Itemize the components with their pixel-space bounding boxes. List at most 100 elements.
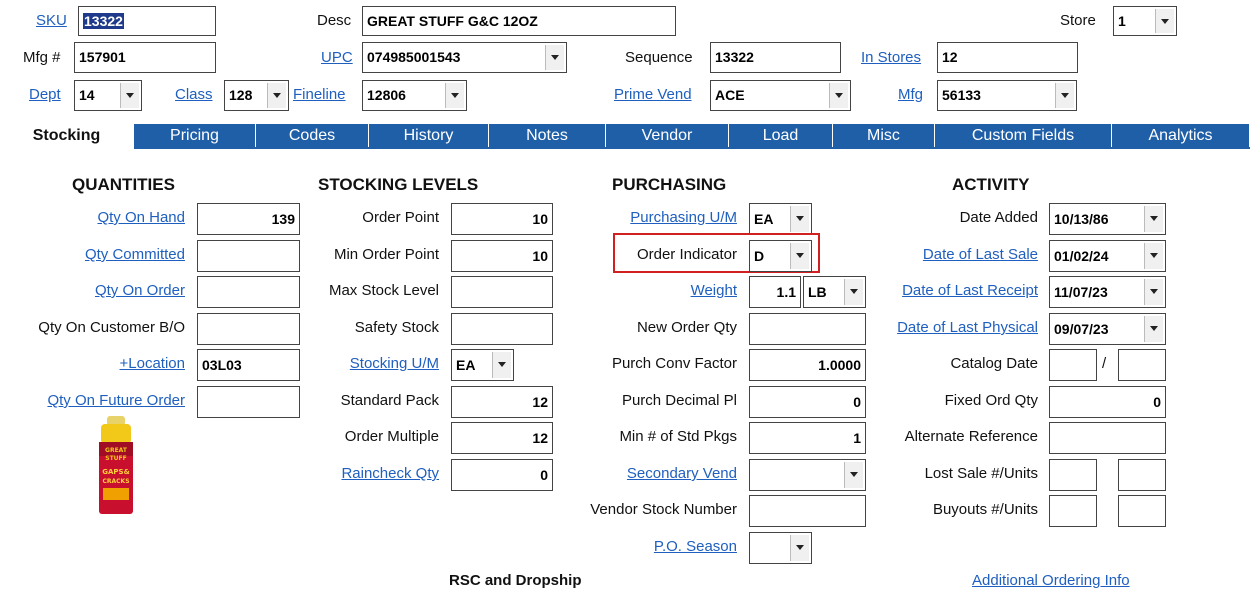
prime-vend-select[interactable]: ACE	[710, 80, 851, 111]
sku-field[interactable]: 13322	[78, 6, 216, 36]
purchasing-um-link[interactable]: Purchasing U/M	[630, 207, 737, 229]
tab-load[interactable]: Load	[729, 124, 833, 148]
fixed-ord-qty-field[interactable]: 0	[1049, 386, 1166, 418]
chevron-down-icon[interactable]	[1144, 206, 1163, 232]
dept-select[interactable]: 14	[74, 80, 142, 111]
qty-on-order-field[interactable]	[197, 276, 300, 308]
max-stock-level-field[interactable]	[451, 276, 553, 308]
chevron-down-icon[interactable]	[445, 83, 464, 108]
in-stores-link[interactable]: In Stores	[861, 47, 921, 69]
date-last-physical-link[interactable]: Date of Last Physical	[897, 317, 1038, 339]
tab-history[interactable]: History	[369, 124, 489, 148]
order-indicator-select[interactable]: D	[749, 240, 812, 272]
sequence-field[interactable]: 13322	[710, 42, 841, 73]
upc-link[interactable]: UPC	[321, 47, 353, 69]
mfg-number-field[interactable]: 157901	[74, 42, 216, 73]
new-order-qty-field[interactable]	[749, 313, 866, 345]
purchasing-um-select[interactable]: EA	[749, 203, 812, 235]
chevron-down-icon[interactable]	[844, 279, 863, 305]
chevron-down-icon[interactable]	[1144, 279, 1163, 305]
buyouts-number-field[interactable]	[1049, 495, 1097, 527]
additional-ordering-info-link[interactable]: Additional Ordering Info	[972, 570, 1130, 592]
store-select[interactable]: 1	[1113, 6, 1177, 36]
class-link[interactable]: Class	[175, 84, 213, 106]
chevron-down-icon[interactable]	[790, 206, 809, 232]
chevron-down-icon[interactable]	[790, 535, 809, 561]
raincheck-qty-field[interactable]: 0	[451, 459, 553, 491]
chevron-down-icon[interactable]	[267, 83, 286, 108]
secondary-vend-link[interactable]: Secondary Vend	[627, 463, 737, 485]
stocking-um-select[interactable]: EA	[451, 349, 514, 381]
catalog-date-month-field[interactable]	[1049, 349, 1097, 381]
location-field[interactable]: 03L03	[197, 349, 300, 381]
chevron-down-icon[interactable]	[545, 45, 564, 70]
date-last-receipt-link[interactable]: Date of Last Receipt	[902, 280, 1038, 302]
mfg-select[interactable]: 56133	[937, 80, 1077, 111]
in-stores-field[interactable]: 12	[937, 42, 1078, 73]
order-multiple-field[interactable]: 12	[451, 422, 553, 454]
purch-decimal-pl-field[interactable]: 0	[749, 386, 866, 418]
weight-link[interactable]: Weight	[691, 280, 737, 302]
chevron-down-icon[interactable]	[829, 83, 848, 108]
po-season-select[interactable]	[749, 532, 812, 564]
tab-codes[interactable]: Codes	[256, 124, 369, 148]
chevron-down-icon[interactable]	[1055, 83, 1074, 108]
date-added-select[interactable]: 10/13/86	[1049, 203, 1166, 235]
desc-field[interactable]: GREAT STUFF G&C 12OZ	[362, 6, 676, 36]
buyouts-units-field[interactable]	[1118, 495, 1166, 527]
tab-vendor[interactable]: Vendor	[606, 124, 729, 148]
qty-committed-link[interactable]: Qty Committed	[85, 244, 185, 266]
tab-pricing[interactable]: Pricing	[134, 124, 256, 148]
tab-misc[interactable]: Misc	[833, 124, 935, 148]
chevron-down-icon[interactable]	[1155, 9, 1174, 33]
po-season-link[interactable]: P.O. Season	[654, 536, 737, 558]
buyouts-label: Buyouts #/Units	[932, 501, 1038, 518]
tab-stocking[interactable]: Stocking	[0, 124, 134, 148]
lost-sale-number-field[interactable]	[1049, 459, 1097, 491]
standard-pack-field[interactable]: 12	[451, 386, 553, 418]
dept-link[interactable]: Dept	[29, 84, 61, 106]
tab-notes[interactable]: Notes	[489, 124, 606, 148]
chevron-down-icon[interactable]	[1144, 316, 1163, 342]
alternate-reference-field[interactable]	[1049, 422, 1166, 454]
vendor-stock-number-field[interactable]	[749, 495, 866, 527]
date-last-sale-select[interactable]: 01/02/24	[1049, 240, 1166, 272]
qty-customer-bo-field[interactable]	[197, 313, 300, 345]
weight-unit-select[interactable]: LB	[803, 276, 866, 308]
chevron-down-icon[interactable]	[844, 462, 863, 488]
date-last-physical-select[interactable]: 09/07/23	[1049, 313, 1166, 345]
fineline-link[interactable]: Fineline	[293, 84, 346, 106]
tab-custom-fields[interactable]: Custom Fields	[935, 124, 1112, 148]
min-std-pkgs-field[interactable]: 1	[749, 422, 866, 454]
date-last-sale-link[interactable]: Date of Last Sale	[923, 244, 1038, 266]
fineline-select[interactable]: 12806	[362, 80, 467, 111]
date-last-receipt-select[interactable]: 11/07/23	[1049, 276, 1166, 308]
qty-committed-field[interactable]	[197, 240, 300, 272]
qty-on-hand-link[interactable]: Qty On Hand	[97, 207, 185, 229]
qty-on-order-link[interactable]: Qty On Order	[95, 280, 185, 302]
prime-vend-link[interactable]: Prime Vend	[614, 84, 692, 106]
sku-link[interactable]: SKU	[36, 10, 67, 32]
lost-sale-units-field[interactable]	[1118, 459, 1166, 491]
raincheck-qty-link[interactable]: Raincheck Qty	[341, 463, 439, 485]
chevron-down-icon[interactable]	[1144, 243, 1163, 269]
location-link[interactable]: +Location	[120, 353, 185, 375]
order-point-field[interactable]: 10	[451, 203, 553, 235]
stocking-um-link[interactable]: Stocking U/M	[350, 353, 439, 375]
qty-future-order-link[interactable]: Qty On Future Order	[47, 390, 185, 412]
chevron-down-icon[interactable]	[790, 243, 809, 269]
secondary-vend-select[interactable]	[749, 459, 866, 491]
chevron-down-icon[interactable]	[492, 352, 511, 378]
safety-stock-field[interactable]	[451, 313, 553, 345]
chevron-down-icon[interactable]	[120, 83, 139, 108]
purch-conv-factor-field[interactable]: 1.0000	[749, 349, 866, 381]
qty-future-order-field[interactable]	[197, 386, 300, 418]
weight-field[interactable]: 1.1	[749, 276, 801, 308]
qty-on-hand-field[interactable]: 139	[197, 203, 300, 235]
catalog-date-year-field[interactable]	[1118, 349, 1166, 381]
upc-select[interactable]: 074985001543	[362, 42, 567, 73]
class-select[interactable]: 128	[224, 80, 289, 111]
mfg-link[interactable]: Mfg	[898, 84, 923, 106]
min-order-point-field[interactable]: 10	[451, 240, 553, 272]
tab-analytics[interactable]: Analytics	[1112, 124, 1250, 148]
